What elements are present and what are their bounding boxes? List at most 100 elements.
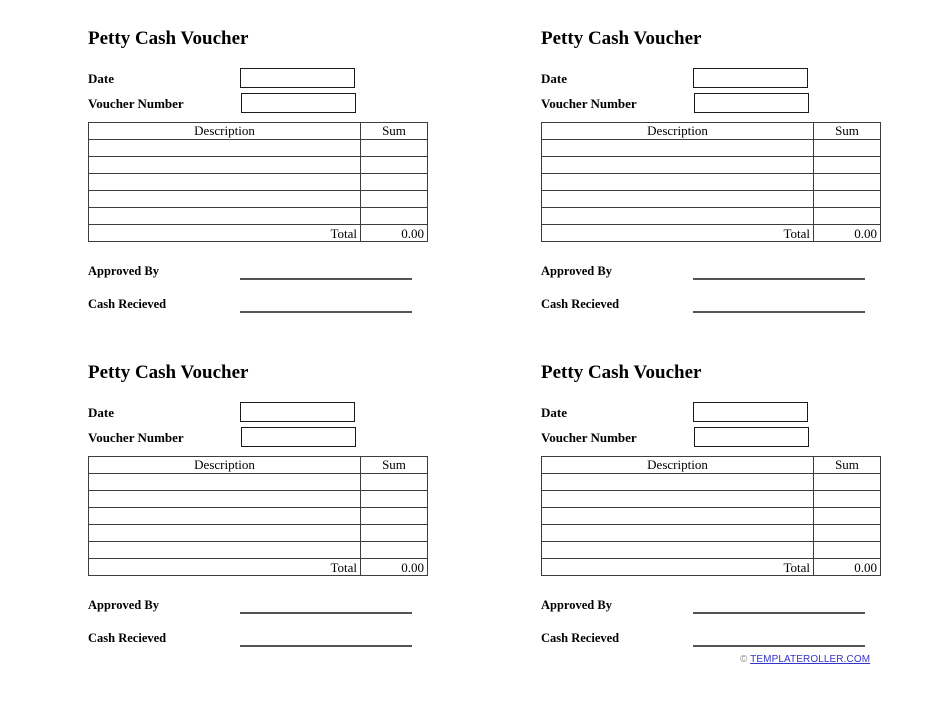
table-row[interactable] xyxy=(541,524,881,542)
cell-sum[interactable] xyxy=(813,190,881,208)
cell-description[interactable] xyxy=(541,524,814,542)
cell-sum[interactable] xyxy=(360,473,428,491)
field-group: Date Voucher Number xyxy=(88,402,413,452)
cell-sum[interactable] xyxy=(360,156,428,174)
cell-sum[interactable] xyxy=(360,524,428,542)
date-input[interactable] xyxy=(693,68,808,88)
cell-sum[interactable] xyxy=(360,190,428,208)
table-row[interactable] xyxy=(88,207,428,225)
table-row[interactable] xyxy=(541,156,881,174)
cell-description[interactable] xyxy=(541,473,814,491)
cell-sum[interactable] xyxy=(360,507,428,525)
cell-description[interactable] xyxy=(541,490,814,508)
cash-recieved-signature-line[interactable] xyxy=(693,311,865,313)
table-row[interactable] xyxy=(541,173,881,191)
voucher-sheet: Petty Cash Voucher Date Voucher Number D… xyxy=(0,0,950,704)
cell-sum[interactable] xyxy=(813,524,881,542)
table-row[interactable] xyxy=(88,173,428,191)
voucher-number-input[interactable] xyxy=(694,427,809,447)
voucher-number-label: Voucher Number xyxy=(541,430,637,445)
petty-cash-voucher-top-right: Petty Cash Voucher Date Voucher Number D… xyxy=(541,28,881,330)
cell-description[interactable] xyxy=(541,156,814,174)
cell-sum[interactable] xyxy=(813,541,881,559)
cell-sum[interactable] xyxy=(813,507,881,525)
cash-recieved-signature-line[interactable] xyxy=(693,645,865,647)
cell-description[interactable] xyxy=(88,173,361,191)
cell-description[interactable] xyxy=(88,541,361,559)
cell-description[interactable] xyxy=(88,156,361,174)
approved-by-signature-line[interactable] xyxy=(240,612,412,614)
table-row[interactable] xyxy=(88,524,428,542)
cell-description[interactable] xyxy=(88,139,361,157)
table-row[interactable] xyxy=(88,190,428,208)
voucher-number-input[interactable] xyxy=(694,93,809,113)
date-input[interactable] xyxy=(240,402,355,422)
cell-description[interactable] xyxy=(88,507,361,525)
total-value: 0.00 xyxy=(360,558,428,576)
cell-description[interactable] xyxy=(541,173,814,191)
table-row[interactable] xyxy=(541,507,881,525)
cell-description[interactable] xyxy=(541,139,814,157)
cell-sum[interactable] xyxy=(360,541,428,559)
cell-description[interactable] xyxy=(541,207,814,225)
petty-cash-voucher-bottom-right: Petty Cash Voucher Date Voucher Number D… xyxy=(541,362,881,664)
approved-by-signature-line[interactable] xyxy=(693,612,865,614)
table-row[interactable] xyxy=(88,139,428,157)
field-row-voucher-number: Voucher Number xyxy=(541,427,866,452)
approved-by-signature-line[interactable] xyxy=(240,278,412,280)
cash-recieved-label: Cash Recieved xyxy=(88,631,167,645)
cell-sum[interactable] xyxy=(360,139,428,157)
total-label: Total xyxy=(541,224,814,242)
table-row[interactable] xyxy=(541,207,881,225)
table-row[interactable] xyxy=(541,139,881,157)
signature-group: Approved By Cash Recieved xyxy=(541,264,866,330)
cell-sum[interactable] xyxy=(813,139,881,157)
cell-sum[interactable] xyxy=(813,173,881,191)
table-header-row: Description Sum xyxy=(88,456,428,474)
table-row[interactable] xyxy=(88,507,428,525)
total-label: Total xyxy=(88,224,361,242)
field-row-voucher-number: Voucher Number xyxy=(541,93,866,118)
signature-row-approved-by: Approved By xyxy=(541,264,866,297)
cell-sum[interactable] xyxy=(813,156,881,174)
cell-description[interactable] xyxy=(88,524,361,542)
date-input[interactable] xyxy=(240,68,355,88)
petty-cash-voucher-bottom-left: Petty Cash Voucher Date Voucher Number D… xyxy=(88,362,428,664)
approved-by-signature-line[interactable] xyxy=(693,278,865,280)
cell-description[interactable] xyxy=(88,473,361,491)
templateroller-link[interactable]: TEMPLATEROLLER.COM xyxy=(750,654,870,665)
cash-recieved-signature-line[interactable] xyxy=(240,311,412,313)
approved-by-label: Approved By xyxy=(541,598,612,612)
cell-sum[interactable] xyxy=(813,207,881,225)
cell-sum[interactable] xyxy=(360,173,428,191)
cell-description[interactable] xyxy=(88,207,361,225)
cell-sum[interactable] xyxy=(813,473,881,491)
cell-sum[interactable] xyxy=(813,490,881,508)
table-row[interactable] xyxy=(88,473,428,491)
table-row[interactable] xyxy=(541,190,881,208)
table-row[interactable] xyxy=(88,490,428,508)
column-header-sum: Sum xyxy=(360,456,428,474)
cell-sum[interactable] xyxy=(360,207,428,225)
field-row-date: Date xyxy=(541,68,866,93)
table-row[interactable] xyxy=(88,541,428,559)
copyright-icon: © xyxy=(740,654,748,665)
cell-description[interactable] xyxy=(541,190,814,208)
line-items-table: Description Sum Total 0.00 xyxy=(541,122,881,242)
total-label: Total xyxy=(88,558,361,576)
table-row[interactable] xyxy=(541,490,881,508)
cell-description[interactable] xyxy=(541,541,814,559)
voucher-number-input[interactable] xyxy=(241,427,356,447)
cell-description[interactable] xyxy=(88,490,361,508)
cash-recieved-signature-line[interactable] xyxy=(240,645,412,647)
voucher-number-label: Voucher Number xyxy=(541,96,637,111)
table-row[interactable] xyxy=(541,541,881,559)
voucher-number-input[interactable] xyxy=(241,93,356,113)
table-row[interactable] xyxy=(88,156,428,174)
cell-sum[interactable] xyxy=(360,490,428,508)
signature-row-approved-by: Approved By xyxy=(541,598,866,631)
cell-description[interactable] xyxy=(541,507,814,525)
table-row[interactable] xyxy=(541,473,881,491)
date-input[interactable] xyxy=(693,402,808,422)
cell-description[interactable] xyxy=(88,190,361,208)
